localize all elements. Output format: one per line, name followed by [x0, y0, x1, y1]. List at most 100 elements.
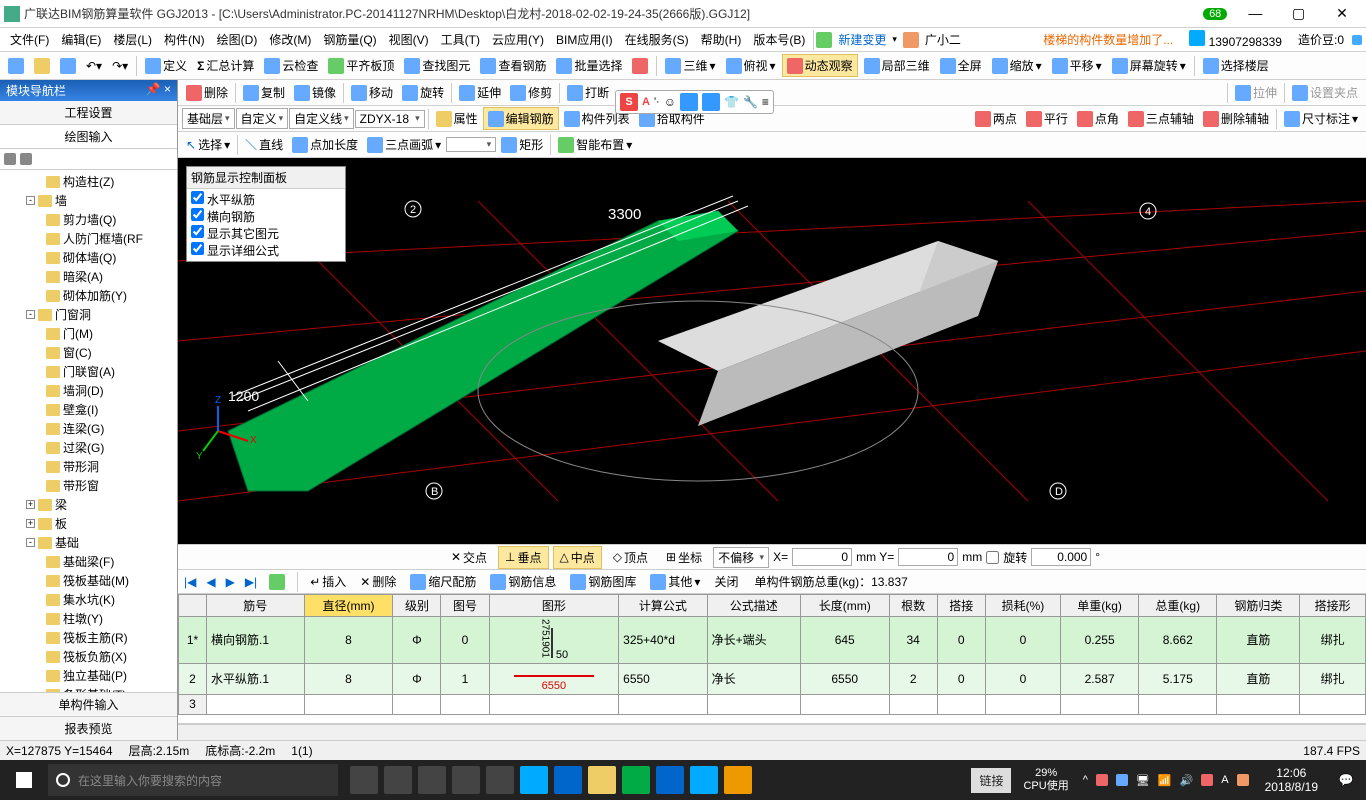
- mirror-button[interactable]: 镜像: [290, 82, 340, 103]
- ime-skin-icon[interactable]: 👕: [724, 95, 739, 109]
- insert-row-button[interactable]: ↵ 插入: [306, 571, 350, 592]
- x-input[interactable]: [792, 548, 852, 566]
- app-icon-2[interactable]: [418, 766, 446, 794]
- tray-icon-1[interactable]: [1096, 774, 1108, 786]
- new-button[interactable]: [4, 56, 28, 76]
- delete-aux-button[interactable]: 删除辅轴: [1199, 108, 1273, 129]
- list-view-icon[interactable]: [20, 153, 32, 165]
- rebar-display-panel[interactable]: 钢筋显示控制面板 水平纵筋横向钢筋显示其它图元显示详细公式: [186, 166, 346, 262]
- save-button[interactable]: [56, 56, 80, 76]
- draw-input-tab[interactable]: 绘图输入: [0, 125, 177, 149]
- clock[interactable]: 12:062018/8/19: [1257, 766, 1326, 795]
- zoom-button[interactable]: 缩放▾: [988, 55, 1046, 76]
- tree-node[interactable]: 门(M): [2, 324, 175, 343]
- tree-node[interactable]: 暗梁(A): [2, 267, 175, 286]
- ime-a-icon[interactable]: A: [1221, 774, 1228, 786]
- flat-button[interactable]: 平齐板顶: [324, 55, 398, 76]
- tree-node[interactable]: 筏板基础(M): [2, 571, 175, 590]
- column-header[interactable]: 计算公式: [619, 595, 707, 617]
- user-name[interactable]: 广小二: [919, 31, 967, 48]
- update-badge[interactable]: 68: [1203, 8, 1227, 20]
- tree-node[interactable]: 带形洞: [2, 457, 175, 476]
- move-button[interactable]: 移动: [347, 82, 397, 103]
- tree-node[interactable]: 砌体墙(Q): [2, 248, 175, 267]
- ime-emoji-icon[interactable]: ☺: [664, 95, 676, 109]
- dynamic-view-button[interactable]: 动态观察: [782, 54, 858, 77]
- pivot-button[interactable]: 设置夹点: [1288, 82, 1362, 103]
- scale-button[interactable]: 缩尺配筋: [406, 571, 480, 592]
- snap-cross-button[interactable]: ✕ 交点: [444, 546, 494, 569]
- column-header[interactable]: 公式描述: [707, 595, 800, 617]
- tree-node[interactable]: +梁: [2, 495, 175, 514]
- rotate-input[interactable]: [1031, 548, 1091, 566]
- ime-menu-icon[interactable]: ≡: [762, 95, 769, 109]
- column-header[interactable]: 钢筋归类: [1217, 595, 1300, 617]
- app-icon-7[interactable]: [724, 766, 752, 794]
- batch-select-button[interactable]: 批量选择: [552, 55, 626, 76]
- viewport-3d[interactable]: 3300 1200 2 4 B D X Y Z 钢筋显示控制面板 水平纵筋横向钢…: [178, 158, 1366, 544]
- display-option[interactable]: 横向钢筋: [191, 208, 341, 225]
- redo-button[interactable]: ↷▾: [108, 57, 132, 75]
- select-floor-button[interactable]: 选择楼层: [1199, 55, 1273, 76]
- menu-edit[interactable]: 编辑(E): [55, 31, 107, 48]
- tree-node[interactable]: 壁龛(I): [2, 400, 175, 419]
- rotate-button[interactable]: 旋转: [398, 82, 448, 103]
- next-button[interactable]: ▶: [224, 575, 237, 589]
- find-bar-button[interactable]: 查看钢筋: [476, 55, 550, 76]
- tray-icon-2[interactable]: [1116, 774, 1128, 786]
- point-angle-button[interactable]: 点角: [1073, 108, 1123, 129]
- sogou-icon[interactable]: [1237, 774, 1249, 786]
- table-row[interactable]: 1*横向钢筋.18Φ02751901 50325+40*d净长+端头645340…: [179, 617, 1366, 664]
- ime-mic-icon[interactable]: [680, 93, 698, 111]
- tree-node[interactable]: 连梁(G): [2, 419, 175, 438]
- ggj-icon[interactable]: [690, 766, 718, 794]
- view-3d-button[interactable]: 三维▾: [661, 55, 719, 76]
- menu-file[interactable]: 文件(F): [4, 31, 55, 48]
- new-change-link[interactable]: 新建变更: [832, 31, 892, 48]
- tree-node[interactable]: 构造柱(Z): [2, 172, 175, 191]
- y-input[interactable]: [898, 548, 958, 566]
- column-header[interactable]: 损耗(%): [985, 595, 1060, 617]
- edge-icon[interactable]: [520, 766, 548, 794]
- menu-draw[interactable]: 绘图(D): [211, 31, 264, 48]
- menu-tools[interactable]: 工具(T): [435, 31, 486, 48]
- rebar-info-button[interactable]: 钢筋信息: [486, 571, 560, 592]
- snap-mid-button[interactable]: △ 中点: [553, 546, 602, 569]
- tree-node[interactable]: 柱墩(Y): [2, 609, 175, 628]
- sogou-logo-icon[interactable]: S: [620, 93, 638, 111]
- menu-rebar[interactable]: 钢筋量(Q): [317, 31, 382, 48]
- ime-toolbar[interactable]: S A '· ☺ 👕 🔧 ≡: [615, 90, 774, 114]
- snap-coord-button[interactable]: ⊞ 坐标: [659, 546, 709, 569]
- column-header[interactable]: 筋号: [207, 595, 305, 617]
- component-tree[interactable]: 构造柱(Z)-墙剪力墙(Q)人防门框墙(RF砌体墙(Q)暗梁(A)砌体加筋(Y)…: [0, 170, 177, 692]
- code-combo[interactable]: ZDYX-18: [355, 110, 425, 128]
- column-header[interactable]: 直径(mm): [304, 595, 393, 617]
- column-header[interactable]: 单重(kg): [1061, 595, 1139, 617]
- tree-node[interactable]: 条形基础(T): [2, 685, 175, 692]
- display-option[interactable]: 显示详细公式: [191, 242, 341, 259]
- menu-modify[interactable]: 修改(M): [263, 31, 317, 48]
- smart-layout-button[interactable]: 智能布置▾: [554, 134, 636, 155]
- delete-button[interactable]: 删除: [182, 82, 232, 103]
- ime-punct[interactable]: '·: [654, 96, 660, 108]
- tree-node[interactable]: -基础: [2, 533, 175, 552]
- tree-node[interactable]: 人防门框墙(RF: [2, 229, 175, 248]
- category-combo[interactable]: 自定义: [236, 108, 289, 129]
- extra-icon[interactable]: [265, 572, 289, 592]
- prev-button[interactable]: ◀: [204, 575, 217, 589]
- offset-combo[interactable]: 不偏移: [713, 547, 769, 568]
- snap-vertex-button[interactable]: ◇ 顶点: [606, 546, 655, 569]
- tree-node[interactable]: 墙洞(D): [2, 381, 175, 400]
- column-header[interactable]: 搭接形: [1300, 595, 1366, 617]
- three-point-aux-button[interactable]: 三点辅轴: [1124, 108, 1198, 129]
- tree-node[interactable]: +板: [2, 514, 175, 533]
- column-header[interactable]: 级别: [393, 595, 441, 617]
- dimension-button[interactable]: 尺寸标注▾: [1280, 108, 1362, 129]
- maximize-button[interactable]: ▢: [1279, 5, 1319, 22]
- column-header[interactable]: 根数: [889, 595, 937, 617]
- first-button[interactable]: |◀: [182, 575, 198, 589]
- phone-label[interactable]: 13907298339: [1181, 30, 1290, 49]
- last-button[interactable]: ▶|: [243, 575, 259, 589]
- tree-node[interactable]: -墙: [2, 191, 175, 210]
- report-preview-tab[interactable]: 报表预览: [0, 716, 177, 740]
